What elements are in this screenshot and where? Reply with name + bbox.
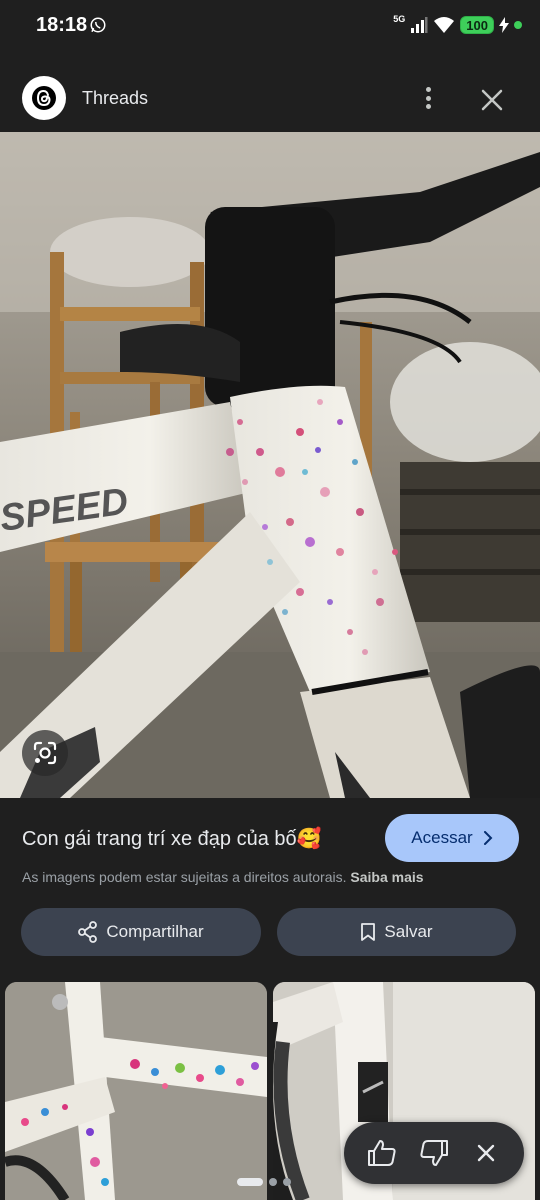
share-button[interactable]: Compartilhar (21, 908, 261, 956)
source-name[interactable]: Threads (82, 88, 148, 109)
bookmark-icon (361, 923, 376, 941)
source-header: Threads (0, 52, 540, 132)
page-dot-active (237, 1178, 263, 1186)
charging-icon (499, 17, 509, 33)
bicycle-photo: SPEED (0, 132, 540, 798)
thumbs-down-icon[interactable] (419, 1138, 449, 1168)
status-bar: 18:18 5G 100 (0, 0, 540, 52)
visit-button-label: Acessar (411, 828, 473, 847)
learn-more-link[interactable]: Saiba mais (350, 869, 423, 885)
main-image[interactable]: SPEED (0, 132, 540, 798)
status-time: 18:18 (36, 14, 88, 36)
battery-indicator: 100 (460, 16, 494, 34)
close-icon[interactable] (478, 86, 506, 114)
google-lens-icon[interactable] (22, 730, 68, 776)
copyright-text: As imagens podem estar sujeitas a direit… (22, 869, 347, 885)
related-image-1[interactable] (5, 982, 267, 1200)
image-title: Con gái trang trí xe đạp của bố🥰 (22, 828, 322, 850)
page-indicator (237, 1178, 291, 1186)
signal-icon (411, 17, 428, 33)
privacy-dot (514, 21, 522, 29)
copyright-notice: As imagens podem estar sujeitas a direit… (22, 869, 424, 885)
share-label: Compartilhar (106, 922, 204, 941)
dismiss-icon[interactable] (471, 1138, 501, 1168)
page-dot (283, 1178, 291, 1186)
save-button[interactable]: Salvar (277, 908, 516, 956)
threads-logo-icon[interactable] (22, 76, 66, 120)
thumbs-up-icon[interactable] (367, 1138, 397, 1168)
feedback-bar (344, 1122, 524, 1184)
network-type: 5G (393, 14, 406, 24)
whatsapp-icon (90, 17, 106, 33)
wifi-icon (434, 17, 455, 33)
share-icon (78, 921, 98, 943)
status-icons: 5G 100 (393, 14, 522, 36)
page-dot (269, 1178, 277, 1186)
more-vert-icon[interactable] (416, 84, 440, 112)
save-label: Salvar (384, 922, 433, 941)
chevron-right-icon (483, 831, 493, 845)
visit-button[interactable]: Acessar (385, 814, 519, 862)
